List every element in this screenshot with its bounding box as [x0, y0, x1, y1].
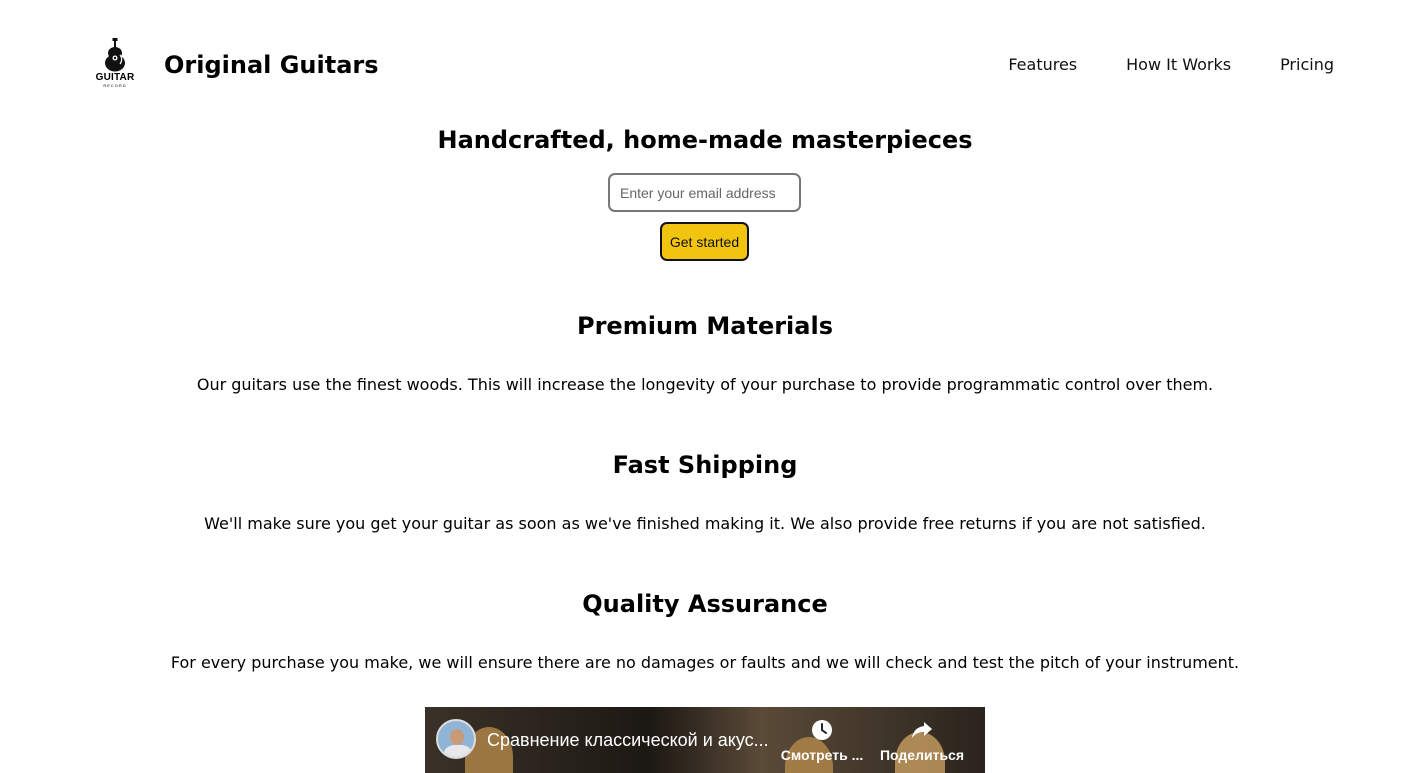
get-started-button[interactable]: Get started: [660, 222, 749, 261]
watch-later-button[interactable]: Смотреть ...: [777, 719, 867, 763]
logo-subtext: RECORD: [103, 83, 127, 88]
logo-text: GUITAR: [95, 72, 135, 83]
site-header: GUITAR RECORD Original Guitars Features …: [0, 0, 1410, 120]
avatar-body: [444, 745, 472, 757]
hero-title: Handcrafted, home-made masterpieces: [437, 126, 973, 154]
avatar-face: [450, 729, 464, 745]
brand-name: Original Guitars: [164, 51, 379, 79]
watch-later-label: Смотреть ...: [780, 747, 864, 763]
email-input[interactable]: [608, 173, 801, 212]
feature-title-quality-assurance: Quality Assurance: [582, 590, 828, 618]
nav-how-it-works[interactable]: How It Works: [1126, 54, 1231, 76]
nav-features[interactable]: Features: [1008, 54, 1077, 76]
main-nav: Features How It Works Pricing: [1008, 54, 1334, 76]
guitar-icon: [105, 38, 125, 72]
share-icon: [912, 722, 932, 738]
channel-avatar[interactable]: [436, 719, 476, 759]
video-embed[interactable]: Сравнение классической и акус... Смотрет…: [425, 707, 985, 773]
video-title[interactable]: Сравнение классической и акус...: [487, 729, 787, 751]
guitar-logo[interactable]: GUITAR RECORD: [93, 38, 137, 92]
nav-pricing[interactable]: Pricing: [1280, 54, 1334, 76]
clock-icon: [812, 720, 832, 740]
share-button[interactable]: Поделиться: [877, 719, 967, 763]
feature-text-fast-shipping: We'll make sure you get your guitar as s…: [204, 514, 1206, 533]
feature-title-fast-shipping: Fast Shipping: [612, 451, 798, 479]
feature-title-premium-materials: Premium Materials: [577, 312, 833, 340]
feature-text-premium-materials: Our guitars use the finest woods. This w…: [196, 375, 1214, 394]
feature-text-quality-assurance: For every purchase you make, we will ens…: [170, 653, 1240, 672]
share-label: Поделиться: [879, 747, 965, 763]
